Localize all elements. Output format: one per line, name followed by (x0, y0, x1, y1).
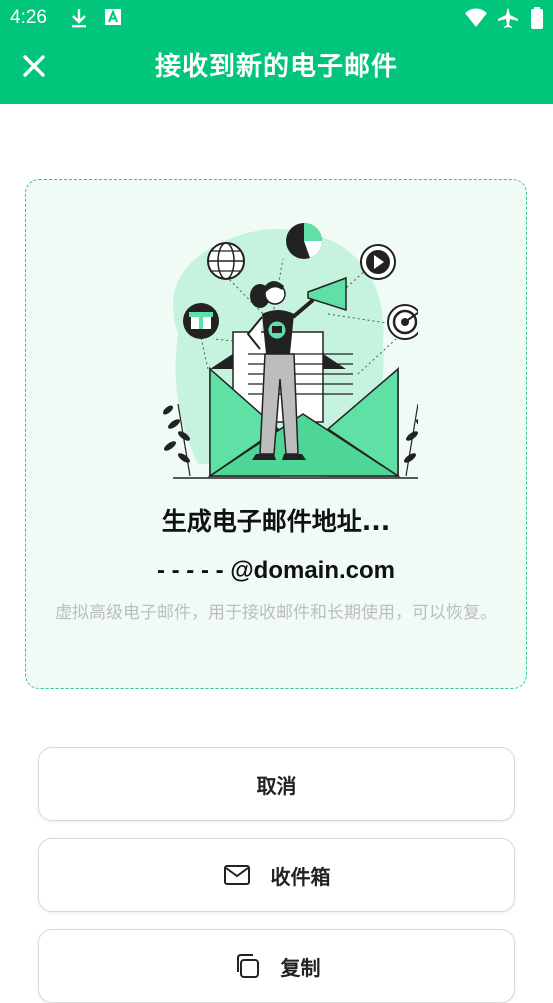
battery-icon (531, 7, 543, 29)
status-time: 4:26 (10, 7, 47, 28)
mail-icon (223, 865, 250, 885)
email-address: - - - - - @domain.com (156, 557, 396, 584)
description-text: 虚拟高级电子邮件，用于接收邮件和长期使用，可以恢复。 (55, 603, 497, 623)
email-marketing-illustration (163, 223, 418, 479)
generating-title: 生成电子邮件地址... (161, 507, 391, 536)
cancel-button[interactable]: 取消 (38, 747, 515, 821)
a-icon (105, 9, 121, 25)
copy-label: 复制 (280, 955, 321, 980)
app-bar: 接收到新的电子邮件 (0, 36, 553, 104)
page-title: 接收到新的电子邮件 (154, 52, 398, 82)
airplane-icon (498, 7, 518, 28)
download-icon (72, 9, 86, 28)
inbox-button[interactable]: 收件箱 (38, 838, 515, 912)
inbox-label: 收件箱 (270, 864, 331, 889)
email-card: 生成电子邮件地址... - - - - - @domain.com 虚拟高级电子… (25, 179, 527, 689)
wifi-icon (465, 8, 487, 27)
status-bar: 4:26 (0, 0, 553, 36)
copy-button[interactable]: 复制 (38, 929, 515, 1003)
copy-icon (236, 954, 259, 978)
cancel-label: 取消 (256, 773, 297, 798)
